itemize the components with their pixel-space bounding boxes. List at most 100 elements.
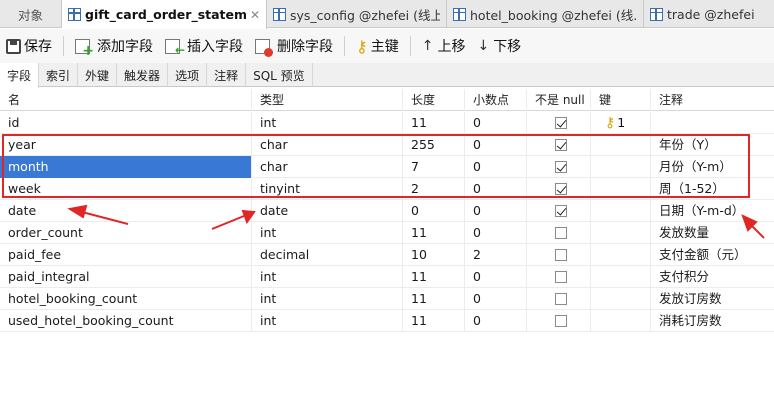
annotation-highlight-box [2, 134, 750, 198]
field-name-cell[interactable]: paid_fee [0, 244, 252, 266]
tab-label: hotel_booking @zhefei (线... [470, 7, 637, 23]
table-row[interactable]: paid_fee decimal 10 2 支付金额（元） [0, 244, 774, 266]
field-comment-cell[interactable]: 支付积分 [651, 266, 774, 288]
checkbox-icon[interactable] [555, 117, 567, 129]
table-row[interactable]: hotel_booking_count int 11 0 发放订房数 [0, 288, 774, 310]
tab-comments[interactable]: 注释 [207, 63, 247, 87]
field-comment-cell[interactable]: 发放订房数 [651, 288, 774, 310]
arrow-down-icon: ↓ [477, 38, 490, 54]
field-type-cell[interactable]: int [252, 266, 403, 288]
column-header-length[interactable]: 长度 [403, 89, 465, 111]
column-header-type[interactable]: 类型 [252, 89, 403, 111]
checkbox-icon[interactable] [555, 271, 567, 283]
field-length-cell[interactable]: 11 [403, 112, 465, 134]
field-decimals-cell[interactable]: 0 [465, 310, 527, 332]
field-not-null-cell[interactable] [527, 244, 591, 266]
field-comment-cell[interactable]: 日期（Y-m-d） [651, 200, 774, 222]
checkbox-icon[interactable] [555, 227, 567, 239]
checkbox-icon[interactable] [555, 205, 567, 217]
field-type-cell[interactable]: int [252, 310, 403, 332]
field-name-cell[interactable]: id [0, 112, 252, 134]
checkbox-icon[interactable] [555, 293, 567, 305]
field-comment-cell[interactable]: 支付金额（元） [651, 244, 774, 266]
delete-field-icon [255, 38, 273, 57]
field-decimals-cell[interactable]: 0 [465, 222, 527, 244]
field-length-cell[interactable]: 10 [403, 244, 465, 266]
field-key-cell[interactable] [591, 200, 651, 222]
field-name-cell[interactable]: hotel_booking_count [0, 288, 252, 310]
field-type-cell[interactable]: decimal [252, 244, 403, 266]
field-key-cell[interactable] [591, 266, 651, 288]
field-type-cell[interactable]: date [252, 200, 403, 222]
tab-gift-card-order-statement[interactable]: gift_card_order_statement... ✕ [62, 0, 267, 29]
table-row[interactable]: paid_integral int 11 0 支付积分 [0, 266, 774, 288]
field-not-null-cell[interactable] [527, 310, 591, 332]
field-decimals-cell[interactable]: 0 [465, 200, 527, 222]
field-not-null-cell[interactable] [527, 112, 591, 134]
column-header-not-null[interactable]: 不是 null [527, 89, 591, 111]
field-key-cell[interactable]: ⚷ 1 [591, 112, 651, 134]
delete-field-button[interactable]: 删除字段 [249, 33, 339, 59]
tab-sys-config[interactable]: sys_config @zhefei (线上测... [267, 0, 447, 28]
field-not-null-cell[interactable] [527, 288, 591, 310]
tab-indexes[interactable]: 索引 [39, 63, 79, 87]
field-decimals-cell[interactable]: 0 [465, 266, 527, 288]
field-not-null-cell[interactable] [527, 200, 591, 222]
table-row[interactable]: order_count int 11 0 发放数量 [0, 222, 774, 244]
move-up-button[interactable]: ↑ 上移 [416, 33, 472, 59]
table-row[interactable]: id int 11 0 ⚷ 1 [0, 112, 774, 134]
table-row[interactable]: date date 0 0 日期（Y-m-d） [0, 200, 774, 222]
tab-label: 对象 [17, 7, 43, 23]
move-down-button[interactable]: ↓ 下移 [471, 33, 527, 59]
checkbox-icon[interactable] [555, 315, 567, 327]
tab-options[interactable]: 选项 [168, 63, 208, 87]
tab-foreign-keys[interactable]: 外键 [78, 63, 118, 87]
tab-fields[interactable]: 字段 [0, 63, 40, 88]
field-comment-cell[interactable] [651, 112, 774, 134]
field-length-cell[interactable]: 11 [403, 310, 465, 332]
field-name-cell[interactable]: paid_integral [0, 266, 252, 288]
field-not-null-cell[interactable] [527, 222, 591, 244]
field-decimals-cell[interactable]: 2 [465, 244, 527, 266]
save-label: 保存 [24, 39, 52, 55]
add-field-label: 添加字段 [97, 39, 153, 55]
field-length-cell[interactable]: 11 [403, 288, 465, 310]
field-type-cell[interactable]: int [252, 288, 403, 310]
column-header-name[interactable]: 名 [0, 89, 252, 111]
tab-hotel-booking[interactable]: hotel_booking @zhefei (线... [447, 0, 644, 28]
field-length-cell[interactable]: 0 [403, 200, 465, 222]
field-comment-cell[interactable]: 发放数量 [651, 222, 774, 244]
field-comment-cell[interactable]: 消耗订房数 [651, 310, 774, 332]
document-tab-strip: 对象 gift_card_order_statement... ✕ sys_co… [0, 0, 774, 29]
add-field-button[interactable]: 添加字段 [69, 33, 159, 59]
field-length-cell[interactable]: 11 [403, 222, 465, 244]
insert-field-button[interactable]: 插入字段 [159, 33, 249, 59]
field-key-cell[interactable] [591, 244, 651, 266]
primary-key-button[interactable]: ⚷ 主键 [350, 33, 405, 59]
field-decimals-cell[interactable]: 0 [465, 288, 527, 310]
tab-sql-preview[interactable]: SQL 预览 [246, 63, 313, 87]
field-length-cell[interactable]: 11 [403, 266, 465, 288]
table-icon [453, 7, 466, 21]
field-key-cell[interactable] [591, 222, 651, 244]
field-type-cell[interactable]: int [252, 112, 403, 134]
field-name-cell[interactable]: order_count [0, 222, 252, 244]
tab-trade[interactable]: trade @zhefei [644, 0, 774, 28]
tab-objects[interactable]: 对象 [0, 0, 62, 28]
field-not-null-cell[interactable] [527, 266, 591, 288]
column-header-decimals[interactable]: 小数点 [465, 89, 527, 111]
field-name-cell[interactable]: used_hotel_booking_count [0, 310, 252, 332]
field-key-cell[interactable] [591, 288, 651, 310]
table-row[interactable]: used_hotel_booking_count int 11 0 消耗订房数 [0, 310, 774, 332]
checkbox-icon[interactable] [555, 249, 567, 261]
table-icon [68, 8, 81, 21]
save-button[interactable]: 保存 [0, 33, 58, 59]
field-decimals-cell[interactable]: 0 [465, 112, 527, 134]
tab-triggers[interactable]: 触发器 [117, 63, 169, 87]
close-icon[interactable]: ✕ [250, 8, 260, 22]
field-type-cell[interactable]: int [252, 222, 403, 244]
field-name-cell[interactable]: date [0, 200, 252, 222]
column-header-key[interactable]: 键 [591, 89, 651, 111]
field-key-cell[interactable] [591, 310, 651, 332]
column-header-comment[interactable]: 注释 [651, 89, 774, 111]
